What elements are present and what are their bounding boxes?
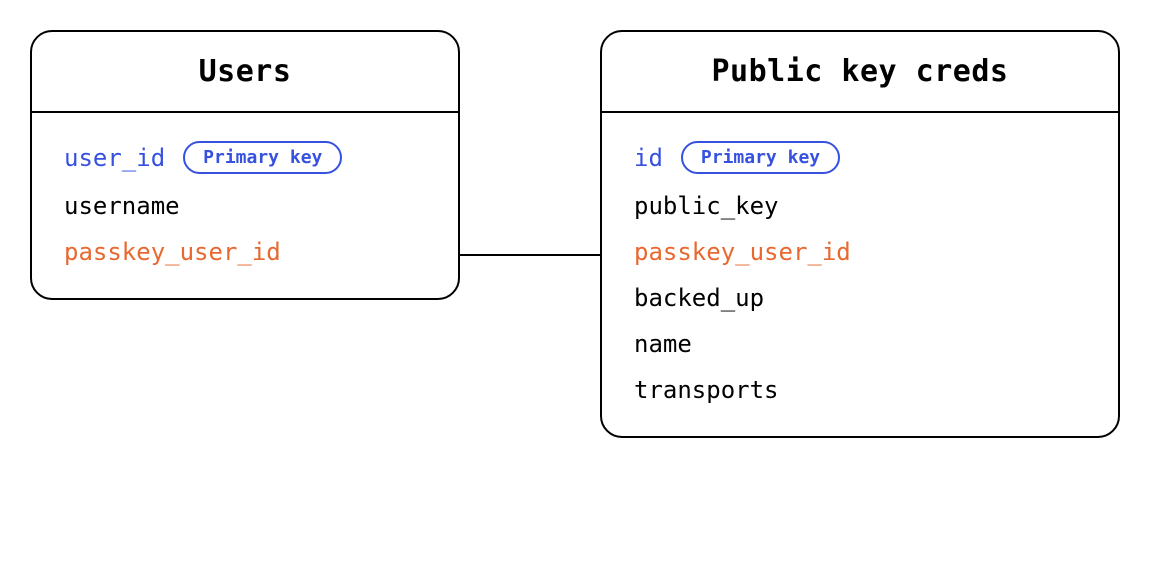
field-backed-up: backed_up <box>634 284 764 312</box>
entity-users: Users user_id Primary key username passk… <box>30 30 460 300</box>
field-public-key: public_key <box>634 192 779 220</box>
entity-users-body: user_id Primary key username passkey_use… <box>32 113 458 298</box>
field-row: user_id Primary key <box>64 141 426 174</box>
entity-users-title: Users <box>199 54 292 89</box>
field-row: passkey_user_id <box>64 238 426 266</box>
field-transports: transports <box>634 376 779 404</box>
entity-creds-header: Public key creds <box>602 32 1118 113</box>
primary-key-badge: Primary key <box>681 141 840 174</box>
field-row: transports <box>634 376 1086 404</box>
entity-users-header: Users <box>32 32 458 113</box>
field-username: username <box>64 192 180 220</box>
field-user-id: user_id <box>64 144 165 172</box>
field-id: id <box>634 144 663 172</box>
field-name: name <box>634 330 692 358</box>
field-row: public_key <box>634 192 1086 220</box>
entity-creds-body: id Primary key public_key passkey_user_i… <box>602 113 1118 436</box>
field-row: backed_up <box>634 284 1086 312</box>
field-row: username <box>64 192 426 220</box>
field-row: name <box>634 330 1086 358</box>
field-passkey-user-id: passkey_user_id <box>64 238 281 266</box>
field-passkey-user-id: passkey_user_id <box>634 238 851 266</box>
relationship-line <box>460 254 600 256</box>
entity-public-key-creds: Public key creds id Primary key public_k… <box>600 30 1120 438</box>
field-row: id Primary key <box>634 141 1086 174</box>
primary-key-badge: Primary key <box>183 141 342 174</box>
field-row: passkey_user_id <box>634 238 1086 266</box>
entity-creds-title: Public key creds <box>712 54 1009 89</box>
